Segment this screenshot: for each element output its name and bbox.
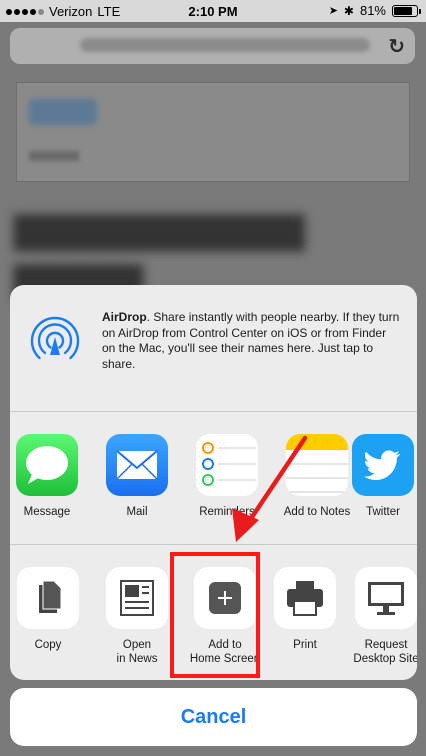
messages-icon [16, 434, 78, 496]
share-app-label: Twitter [366, 506, 400, 518]
airdrop-icon [30, 316, 80, 360]
airdrop-title: AirDrop [102, 310, 147, 324]
action-label: Open in News [116, 639, 158, 665]
action-copy[interactable]: Copy [10, 567, 93, 652]
share-app-reminders[interactable]: Reminders [182, 434, 272, 519]
cancel-button[interactable]: Cancel [10, 688, 417, 746]
share-app-twitter[interactable]: Twitter [338, 434, 417, 519]
location-icon: ➤ [328, 5, 338, 17]
action-label: Request Desktop Site [353, 639, 417, 665]
airdrop-body: . Share instantly with people nearby. If… [102, 310, 400, 371]
desktop-icon [355, 567, 417, 629]
bluetooth-icon: ✱ [343, 3, 354, 18]
background-logo-blurred [29, 99, 97, 125]
action-label: Print [293, 639, 317, 651]
action-label: Copy [34, 639, 62, 651]
twitter-icon [352, 434, 414, 496]
action-print[interactable]: Print [260, 567, 350, 652]
share-app-mail[interactable]: Mail [92, 434, 182, 519]
annotation-highlight-box [170, 552, 260, 678]
airdrop-description: AirDrop. Share instantly with people nea… [102, 310, 402, 372]
copy-icon [17, 567, 79, 629]
background-content-box [16, 82, 410, 182]
share-app-label: Reminders [199, 506, 255, 518]
url-bar: ↻ [10, 28, 415, 64]
reload-icon: ↻ [388, 36, 405, 58]
action-request-desktop-site[interactable]: Request Desktop Site [341, 567, 417, 666]
print-icon [274, 567, 336, 629]
battery-icon [392, 4, 421, 17]
status-bar: Verizon LTE 2:10 PM ➤ ✱ 81% [0, 0, 426, 22]
status-right-group: ➤ ✱ 81% [328, 3, 421, 18]
battery-fill [394, 6, 412, 15]
mail-icon [106, 434, 168, 496]
background-text-blurred [29, 151, 79, 161]
reminders-icon [196, 434, 258, 496]
battery-percent: 81% [359, 3, 386, 18]
share-app-label: Message [23, 506, 71, 518]
share-app-label: Mail [126, 506, 148, 518]
action-open-in-news[interactable]: Open in News [92, 567, 182, 666]
news-icon [106, 567, 168, 629]
airdrop-section[interactable]: AirDrop. Share instantly with people nea… [10, 285, 417, 412]
share-apps-row: Message Mail Reminders Add to Notes Twit… [10, 412, 417, 545]
url-text-blurred [80, 38, 370, 52]
share-app-messages[interactable]: Message [10, 434, 92, 519]
